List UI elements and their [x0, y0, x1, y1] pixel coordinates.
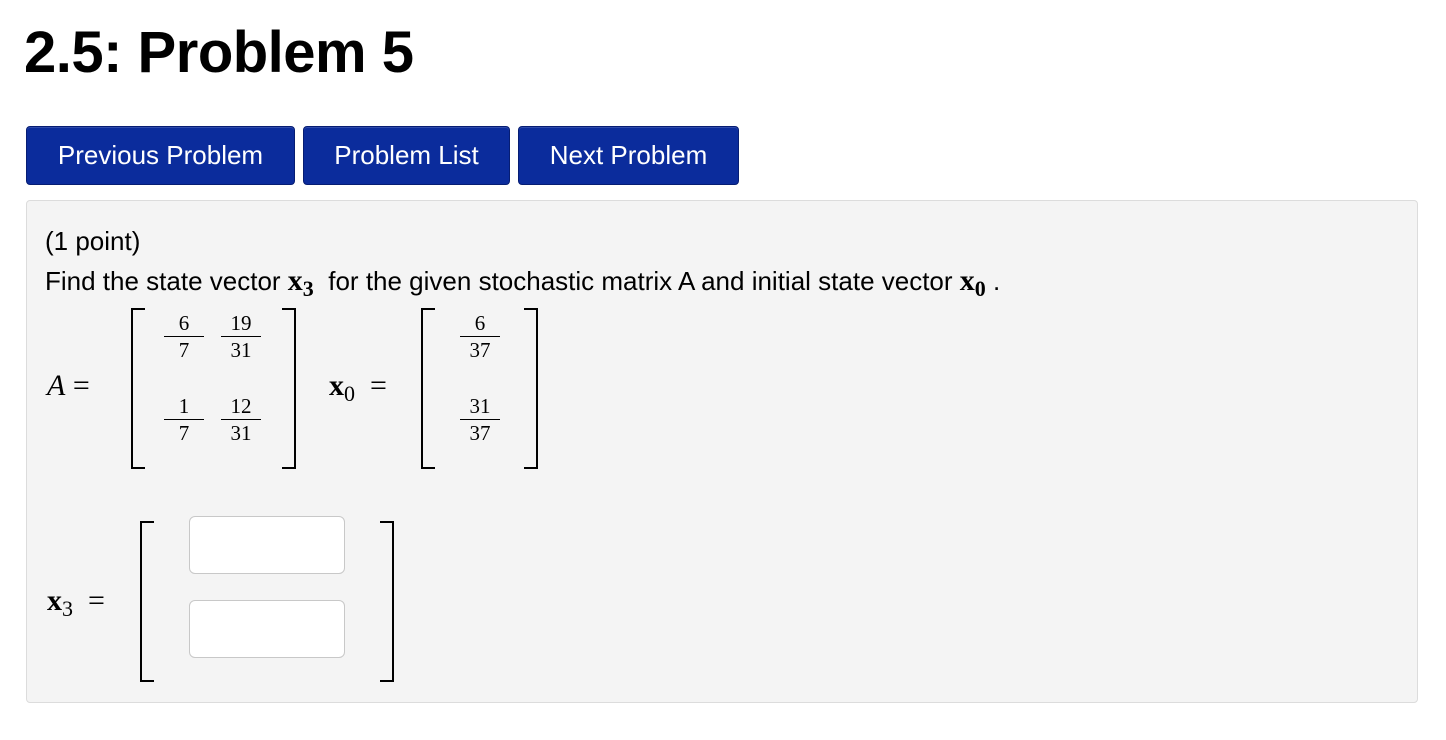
vector-x0-right-bracket	[524, 308, 538, 469]
problem-list-button[interactable]: Problem List	[303, 126, 510, 185]
matrix-a-right-bracket	[282, 308, 296, 469]
vector-x0-label: x0 =	[329, 369, 387, 406]
matrix-a-entry-2-2: 12 31	[221, 394, 261, 445]
x3-symbol: x3	[287, 264, 314, 302]
problem-statement: Find the state vector x3 for the given s…	[45, 264, 1001, 302]
x0-symbol: x0	[959, 264, 986, 302]
statement-before: Find the state vector	[45, 266, 281, 296]
previous-problem-button[interactable]: Previous Problem	[26, 126, 295, 185]
answer-right-bracket	[380, 521, 394, 682]
vector-x0-entry-1: 6 37	[460, 311, 500, 362]
vector-x0-entry-2: 31 37	[460, 394, 500, 445]
matrix-a-left-bracket	[131, 308, 145, 469]
answer-x3-label: x3 =	[47, 584, 105, 621]
vector-x0-left-bracket	[421, 308, 435, 469]
answer-x3-entry-2-input[interactable]	[189, 600, 345, 658]
problem-points: (1 point)	[45, 226, 141, 256]
matrix-a-entry-1-1: 67	[164, 311, 204, 362]
matrix-a-entry-2-1: 17	[164, 394, 204, 445]
page-title: 2.5: Problem 5	[24, 20, 414, 85]
next-problem-button[interactable]: Next Problem	[518, 126, 739, 185]
answer-x3-entry-1-input[interactable]	[189, 516, 345, 574]
statement-middle: for the given stochastic matrix A and in…	[328, 266, 953, 296]
matrix-a-label: A =	[47, 369, 90, 402]
matrix-a-entry-1-2: 19 31	[221, 311, 261, 362]
problem-panel: (1 point) Find the state vector x3 for t…	[26, 200, 1418, 703]
statement-end: .	[993, 266, 1001, 296]
answer-left-bracket	[140, 521, 154, 682]
